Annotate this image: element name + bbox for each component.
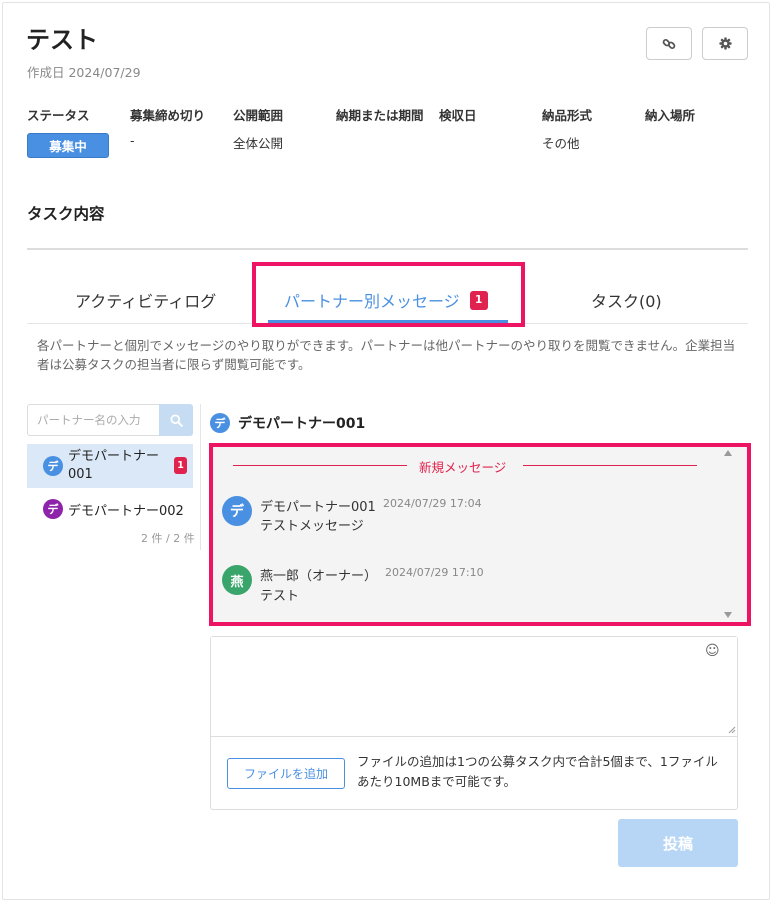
file-limit-note: ファイルの追加は1つの公募タスク内で合計5個まで、1ファイルあたり10MBまで可… [357, 754, 718, 789]
avatar: デ [43, 456, 63, 476]
meta-label-period: 納期または期間 [336, 108, 424, 123]
partner-item-001[interactable]: デ デモパートナー 001 1 [27, 444, 193, 488]
partner-item-002[interactable]: デ デモパートナー002 [27, 496, 193, 522]
partner-search-input[interactable]: パートナー名の入力 [27, 404, 159, 436]
link-icon [662, 38, 676, 49]
visibility-value: 全体公開 [233, 136, 284, 151]
partner-name-line2: 001 [68, 467, 93, 482]
smiley-icon[interactable]: ☺ [705, 643, 720, 659]
link-button[interactable] [646, 27, 692, 60]
partner-unread-badge: 1 [174, 457, 187, 474]
partner-name: デモパートナー002 [68, 503, 184, 519]
partner-name-line1: デモパートナー [68, 449, 160, 464]
created-date: 作成日 2024/07/29 [27, 65, 141, 80]
post-button[interactable]: 投稿 [618, 819, 738, 867]
tab-highlight-frame [252, 262, 525, 327]
messages-description: 各パートナーと個別でメッセージのやり取りができます。パートナーは他パートナーのや… [37, 338, 736, 372]
page-title: テスト [26, 26, 98, 54]
section-divider [27, 248, 748, 250]
tab-tasks[interactable]: タスク(0) [591, 288, 662, 312]
meta-label-visibility: 公開範囲 [233, 108, 284, 123]
search-icon [169, 413, 183, 427]
partner-count: 2 件 / 2 件 [141, 532, 195, 545]
status-badge: 募集中 [27, 133, 109, 158]
meta-label-format: 納品形式 [542, 108, 593, 123]
section-title: タスク内容 [27, 205, 105, 223]
search-button[interactable] [159, 404, 193, 436]
avatar: デ [43, 499, 63, 519]
meta-label-inspection: 検収日 [439, 108, 477, 123]
gear-icon [718, 37, 732, 50]
meta-label-location: 納入場所 [645, 108, 696, 123]
settings-button[interactable] [702, 27, 748, 60]
sidebar-divider [200, 404, 201, 550]
add-file-button[interactable]: ファイルを追加 [227, 758, 345, 789]
deadline-value: - [130, 133, 135, 148]
format-value: その他 [542, 136, 580, 151]
conversation-avatar: デ [210, 413, 230, 433]
messages-highlight-frame [209, 443, 751, 626]
resize-handle-icon[interactable] [728, 726, 736, 734]
meta-label-deadline: 募集締め切り [130, 108, 206, 123]
tab-activity-log[interactable]: アクティビティログ [75, 288, 216, 312]
conversation-title: デモパートナー001 [238, 416, 366, 432]
meta-label-status: ステータス [27, 108, 90, 123]
search-placeholder: パートナー名の入力 [37, 413, 141, 427]
partner-name: デモパートナー 001 [68, 448, 159, 484]
message-textarea[interactable] [211, 637, 737, 737]
